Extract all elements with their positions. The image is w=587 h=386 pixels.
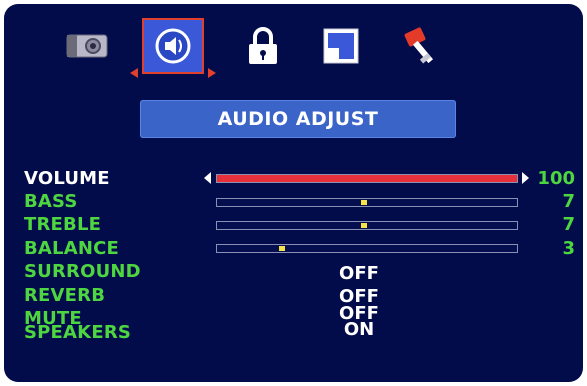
bass-slider-knob[interactable] bbox=[361, 200, 367, 205]
next-tab-arrow-icon[interactable] bbox=[208, 68, 216, 78]
balance-slider-knob[interactable] bbox=[279, 246, 285, 251]
treble-slider-knob[interactable] bbox=[361, 223, 367, 228]
window-icon bbox=[321, 26, 361, 66]
treble-label: TREBLE bbox=[24, 214, 102, 235]
page-title: AUDIO ADJUST bbox=[140, 100, 456, 138]
prev-tab-arrow-icon[interactable] bbox=[130, 68, 138, 78]
surround-label: SURROUND bbox=[24, 261, 141, 282]
speaker-icon bbox=[153, 26, 193, 66]
balance-value: 3 bbox=[562, 238, 575, 259]
volume-slider[interactable] bbox=[216, 174, 518, 183]
balance-label: BALANCE bbox=[24, 238, 120, 259]
balance-slider[interactable] bbox=[216, 244, 518, 253]
tab-audio[interactable] bbox=[130, 18, 216, 78]
speakers-label: SPEAKERS bbox=[24, 322, 132, 343]
tab-window[interactable] bbox=[310, 18, 372, 74]
treble-slider[interactable] bbox=[216, 221, 518, 230]
wrench-icon bbox=[400, 26, 442, 66]
volume-value: 100 bbox=[537, 168, 575, 189]
tab-lock[interactable] bbox=[232, 18, 294, 74]
volume-slider-fill bbox=[217, 175, 517, 182]
camera-icon bbox=[65, 31, 109, 61]
tab-tools[interactable] bbox=[390, 18, 452, 74]
surround-value[interactable]: OFF bbox=[304, 265, 414, 283]
reverb-label: REVERB bbox=[24, 285, 106, 306]
bass-slider[interactable] bbox=[216, 198, 518, 207]
speakers-value[interactable]: ON bbox=[304, 321, 414, 339]
volume-increase-icon[interactable] bbox=[522, 172, 529, 184]
bass-value: 7 bbox=[562, 191, 575, 212]
volume-decrease-icon[interactable] bbox=[204, 172, 211, 184]
lock-icon bbox=[246, 26, 280, 66]
volume-label: VOLUME bbox=[24, 168, 110, 189]
osd-menu-panel: AUDIO ADJUST VOLUME 100 BASS 7 TREBLE 7 … bbox=[4, 4, 583, 382]
treble-value: 7 bbox=[562, 214, 575, 235]
tab-picture[interactable] bbox=[56, 18, 118, 74]
bass-label: BASS bbox=[24, 191, 78, 212]
